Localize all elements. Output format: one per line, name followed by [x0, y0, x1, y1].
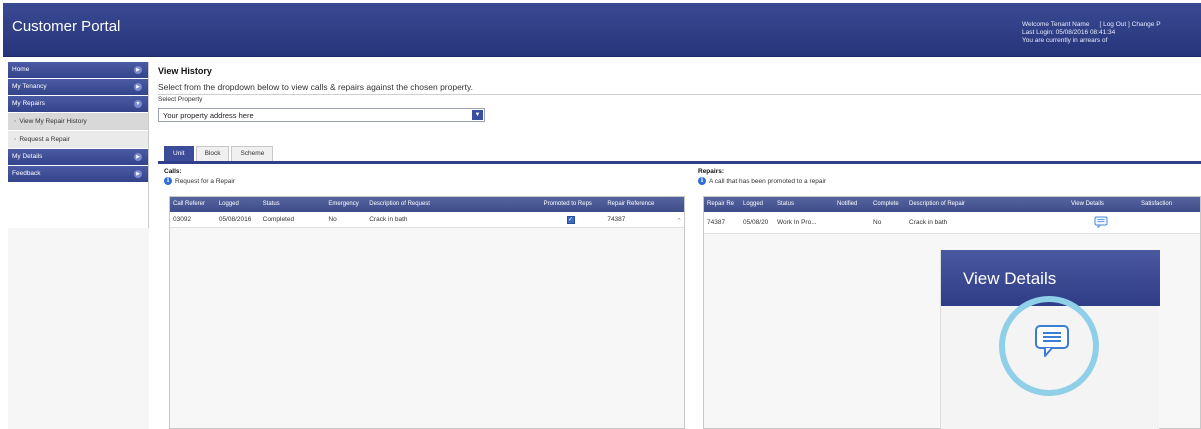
- column-header[interactable]: Repair Reference: [604, 197, 684, 212]
- welcome-label: Welcome: [1022, 21, 1049, 28]
- call-ref-cell: 03092: [173, 216, 192, 223]
- sidebar: Home ▶ My Tenancy ▶ My Repairs ▼ ◦ View M…: [8, 62, 149, 429]
- tab-unit[interactable]: Unit: [164, 146, 194, 162]
- sidebar-item-label: Home: [12, 66, 30, 73]
- calls-note: i Request for a Repair: [164, 177, 235, 185]
- arrears-text: You are currently in arrears of: [1022, 37, 1108, 44]
- repairs-table-header: Repair Re Logged Status Notified Complet…: [704, 197, 1200, 212]
- calls-note-text: Request for a Repair: [175, 177, 235, 185]
- select-property-label: Select Property: [158, 96, 203, 103]
- column-header[interactable]: View Details: [1068, 197, 1138, 212]
- chevron-right-icon: ▶: [134, 83, 142, 91]
- chevron-right-icon: ▶: [134, 66, 142, 74]
- repairs-note-text: A call that has been promoted to a repai…: [709, 177, 827, 185]
- column-header[interactable]: Status: [260, 197, 326, 212]
- logged-cell: 05/08/2016: [218, 216, 252, 223]
- column-header[interactable]: Description of Request: [366, 197, 540, 212]
- sidebar-item-my-tenancy[interactable]: My Tenancy ▶: [8, 79, 148, 95]
- column-header[interactable]: Logged: [216, 197, 260, 212]
- description-cell: Crack in bath: [369, 216, 408, 223]
- tab-underline: [158, 161, 1201, 164]
- notified-cell: [834, 212, 870, 233]
- app-header: Customer Portal Welcome Tenant Name [ Lo…: [3, 3, 1201, 57]
- dropdown-arrow-icon[interactable]: ▼: [472, 110, 483, 120]
- logged-cell: 05/08/20: [743, 219, 769, 226]
- repair-ref-cell: 74387: [707, 219, 726, 226]
- scroll-up-icon[interactable]: ⌃: [676, 217, 682, 225]
- sidebar-item-label: My Details: [12, 153, 43, 160]
- last-login: Last Login: 05/08/2016 08:41:34: [1022, 29, 1116, 36]
- sidebar-item-label: My Repairs: [12, 100, 45, 107]
- repairs-label: Repairs:: [698, 168, 725, 175]
- bullet-icon: ◦: [14, 136, 17, 143]
- sidebar-subitem-label: View My Repair History: [19, 118, 87, 125]
- promoted-checkbox[interactable]: ✓: [566, 216, 575, 224]
- column-header[interactable]: Logged: [740, 197, 774, 212]
- info-icon: i: [164, 177, 172, 185]
- user-info: Welcome Tenant Name [ Log Out ] Change P…: [1022, 21, 1161, 45]
- column-header[interactable]: Call Referer: [170, 197, 216, 212]
- sidebar-subitem-view-repair-history[interactable]: ◦ View My Repair History: [8, 113, 148, 130]
- page-title: View History: [158, 66, 212, 76]
- property-select-value: Your property address here: [163, 111, 254, 120]
- bullet-icon: ◦: [14, 118, 17, 125]
- complete-cell: No: [873, 219, 882, 226]
- comment-icon[interactable]: [1094, 216, 1108, 229]
- page-instructions: Select from the dropdown below to view c…: [158, 82, 473, 92]
- repair-ref-cell: 74387: [607, 216, 626, 223]
- chevron-right-icon: ▶: [134, 170, 142, 178]
- repairs-note: i A call that has been promoted to a rep…: [698, 177, 826, 185]
- property-select[interactable]: Your property address here ▼: [158, 108, 485, 122]
- column-header[interactable]: Satisfaction: [1138, 197, 1200, 212]
- info-icon: i: [698, 177, 706, 185]
- sidebar-empty-area: [8, 228, 149, 429]
- table-row[interactable]: 03092 05/08/2016 Completed No Crack in b…: [170, 212, 684, 228]
- emergency-cell: No: [328, 216, 337, 223]
- calls-label: Calls:: [164, 168, 182, 175]
- column-header[interactable]: Description of Repair: [906, 197, 1068, 212]
- sidebar-item-home[interactable]: Home ▶: [8, 62, 148, 78]
- column-header[interactable]: Emergency: [325, 197, 366, 212]
- view-details-zoom-callout: View Details: [940, 250, 1160, 429]
- sidebar-subitem-request-repair[interactable]: ◦ Request a Repair: [8, 131, 148, 148]
- column-header[interactable]: Repair Re: [704, 197, 740, 212]
- view-details-cell: [1068, 212, 1138, 233]
- promoted-cell: ✓: [541, 212, 605, 227]
- calls-table-header: Call Referer Logged Status Emergency Des…: [170, 197, 684, 212]
- sidebar-subitem-label: Request a Repair: [19, 136, 70, 143]
- logout-link[interactable]: [ Log Out ]: [1099, 21, 1129, 28]
- description-cell: Crack in bath: [909, 219, 948, 226]
- change-password-link[interactable]: Change P: [1132, 21, 1161, 28]
- tab-bar: Unit Block Scheme: [164, 146, 275, 162]
- app-title: Customer Portal: [12, 18, 121, 35]
- sidebar-item-label: My Tenancy: [12, 83, 47, 90]
- sidebar-item-my-repairs[interactable]: My Repairs ▼: [8, 96, 148, 112]
- chevron-right-icon: ▶: [134, 153, 142, 161]
- comment-icon-large: [1035, 325, 1069, 357]
- status-cell: Work In Pro...: [777, 219, 817, 226]
- table-row[interactable]: 74387 05/08/20 Work In Pro... No Crack i…: [704, 212, 1200, 234]
- column-header[interactable]: Status: [774, 197, 834, 212]
- chevron-down-icon: ▼: [134, 100, 142, 108]
- zoom-title: View Details: [963, 269, 1057, 288]
- column-header[interactable]: Notified: [834, 197, 870, 212]
- calls-table: Call Referer Logged Status Emergency Des…: [169, 196, 685, 429]
- sidebar-item-feedback[interactable]: Feedback ▶: [8, 166, 148, 182]
- satisfaction-cell: [1138, 212, 1200, 233]
- sidebar-item-my-details[interactable]: My Details ▶: [8, 149, 148, 165]
- tab-block[interactable]: Block: [195, 146, 230, 162]
- column-header[interactable]: Complete: [870, 197, 906, 212]
- tab-scheme[interactable]: Scheme: [231, 146, 274, 162]
- tenant-name: Tenant Name: [1050, 21, 1090, 28]
- column-header[interactable]: Promoted to Reps: [541, 197, 605, 212]
- sidebar-item-label: Feedback: [12, 170, 41, 177]
- status-cell: Completed: [262, 216, 295, 223]
- divider: [158, 94, 1201, 95]
